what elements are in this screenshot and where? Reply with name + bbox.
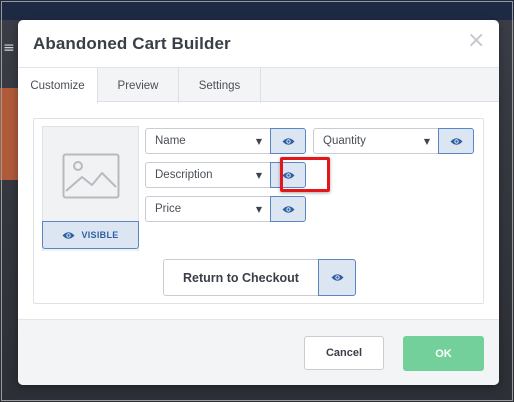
eye-icon <box>450 137 462 145</box>
description-select-value: Description <box>155 169 213 181</box>
return-visibility-toggle[interactable] <box>318 259 356 296</box>
tab-label: Settings <box>198 79 241 92</box>
ok-label: OK <box>435 347 452 360</box>
eye-icon <box>62 231 75 239</box>
name-select-value: Name <box>155 135 186 147</box>
price-select-value: Price <box>155 203 182 215</box>
customize-panel: VISIBLE Name ▼ Quantity ▼ Description ▼ … <box>33 118 484 304</box>
tab-label: Customize <box>30 79 85 92</box>
chevron-down-icon: ▼ <box>423 136 430 146</box>
tab-customize[interactable]: Customize <box>18 68 98 104</box>
image-visibility-toggle[interactable]: VISIBLE <box>42 221 139 249</box>
quantity-visibility-toggle[interactable] <box>438 128 474 154</box>
modal-footer: Cancel OK <box>18 319 499 385</box>
chevron-down-icon: ▼ <box>255 170 262 180</box>
name-select[interactable]: Name ▼ <box>145 128 270 154</box>
quantity-select-value: Quantity <box>323 135 366 147</box>
abandoned-cart-modal: Abandoned Cart Builder × Customize Previ… <box>18 20 499 385</box>
return-to-checkout-label: Return to Checkout <box>183 270 299 285</box>
tab-preview[interactable]: Preview <box>98 68 179 103</box>
price-visibility-toggle[interactable] <box>270 196 306 222</box>
eye-icon <box>282 137 294 145</box>
price-select[interactable]: Price ▼ <box>145 196 270 222</box>
tab-bar: Customize Preview Settings <box>18 67 499 104</box>
annotation-highlight-box <box>280 157 330 192</box>
modal-title: Abandoned Cart Builder <box>33 33 231 53</box>
name-visibility-toggle[interactable] <box>270 128 306 154</box>
chevron-down-icon: ▼ <box>255 204 262 214</box>
eye-icon <box>282 205 294 213</box>
quantity-select[interactable]: Quantity ▼ <box>313 128 438 154</box>
visible-label: VISIBLE <box>81 230 119 240</box>
quantity-field-group: Quantity ▼ <box>313 128 474 154</box>
description-select[interactable]: Description ▼ <box>145 162 270 188</box>
chevron-down-icon: ▼ <box>255 136 262 146</box>
ok-button[interactable]: OK <box>403 336 484 371</box>
cancel-label: Cancel <box>325 347 363 359</box>
close-icon[interactable]: × <box>467 30 485 52</box>
cancel-button[interactable]: Cancel <box>304 336 384 370</box>
tab-label: Preview <box>117 79 159 92</box>
price-field-group: Price ▼ <box>145 196 306 222</box>
return-to-checkout-button[interactable]: Return to Checkout <box>163 259 318 296</box>
name-field-group: Name ▼ <box>145 128 306 154</box>
return-to-checkout-group: Return to Checkout <box>163 259 356 296</box>
image-placeholder-icon <box>62 153 119 199</box>
eye-icon <box>331 274 343 281</box>
modal-header: Abandoned Cart Builder × <box>18 20 499 67</box>
tab-settings[interactable]: Settings <box>179 68 261 103</box>
